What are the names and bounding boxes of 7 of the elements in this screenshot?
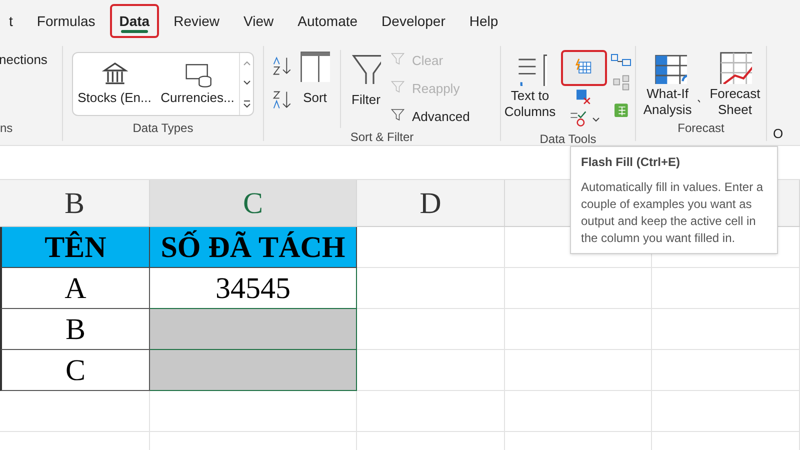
group-label: Data Tools [540, 131, 596, 148]
group-label: Forecast [678, 120, 724, 137]
group-label: ns [0, 120, 14, 137]
tooltip-text: Automatically fill in values. Enter a couple of examples you want as output and keep the active cell in the column you want filled in. [581, 179, 764, 247]
group-label: Sort & Filter [350, 129, 414, 146]
tooltip-title: Flash Fill (Ctrl+E) [581, 154, 682, 171]
group-label: Data Types [132, 120, 194, 137]
